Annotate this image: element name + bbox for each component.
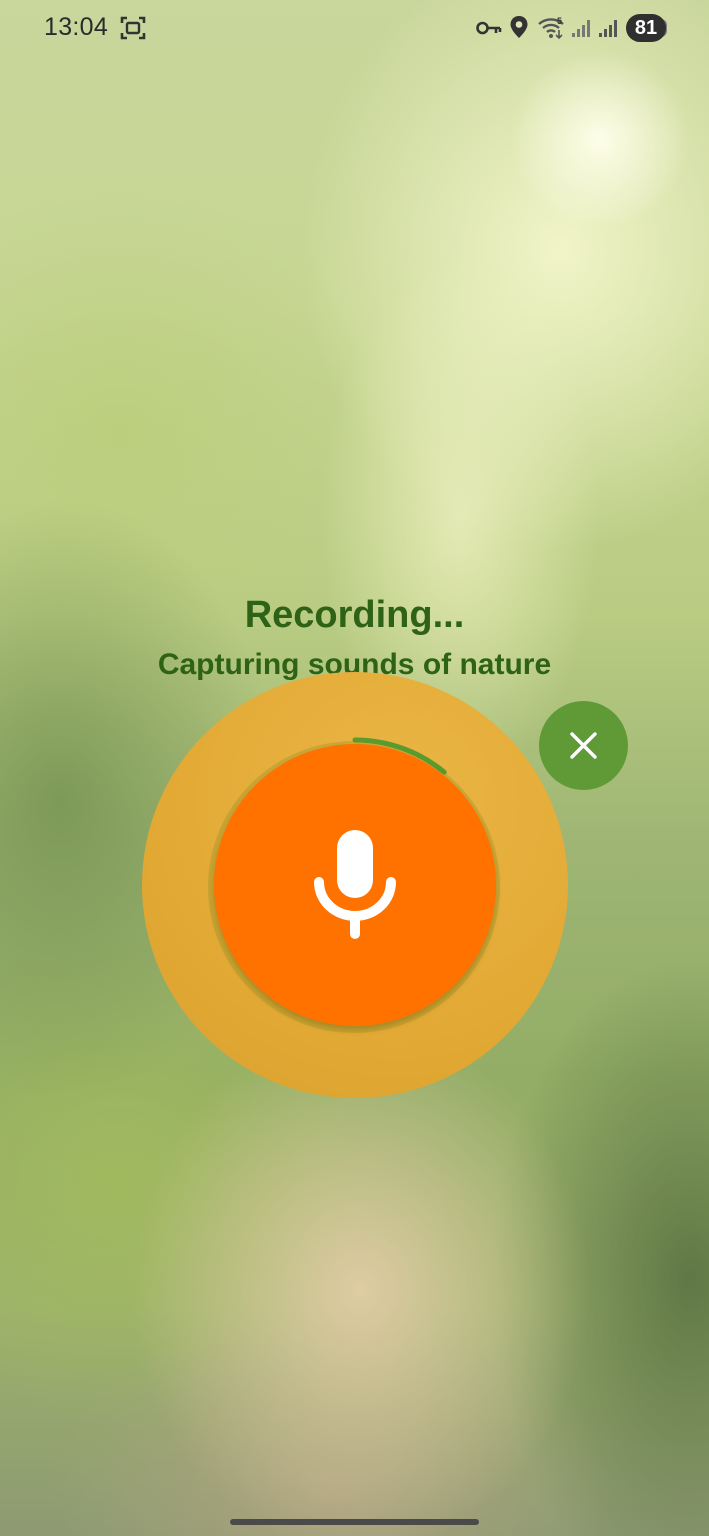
cancel-recording-button[interactable] [539,701,628,790]
recording-title: Recording... [244,594,465,636]
home-indicator[interactable] [230,1519,479,1525]
battery-indicator: 81 [626,14,666,42]
microphone-record-button[interactable] [214,744,496,1026]
vpn-key-icon [476,21,502,35]
close-icon [570,732,597,759]
signal-icon [572,20,590,37]
status-time: 13:04 [44,13,109,41]
wifi-band-label: 5 [557,16,562,26]
screenshot-icon [120,16,146,40]
location-icon [510,16,528,38]
signal-icon [599,20,617,37]
microphone-icon [314,830,396,939]
wifi-icon: 5 [538,16,564,40]
status-bar: 13:04 5 81 [0,0,709,56]
